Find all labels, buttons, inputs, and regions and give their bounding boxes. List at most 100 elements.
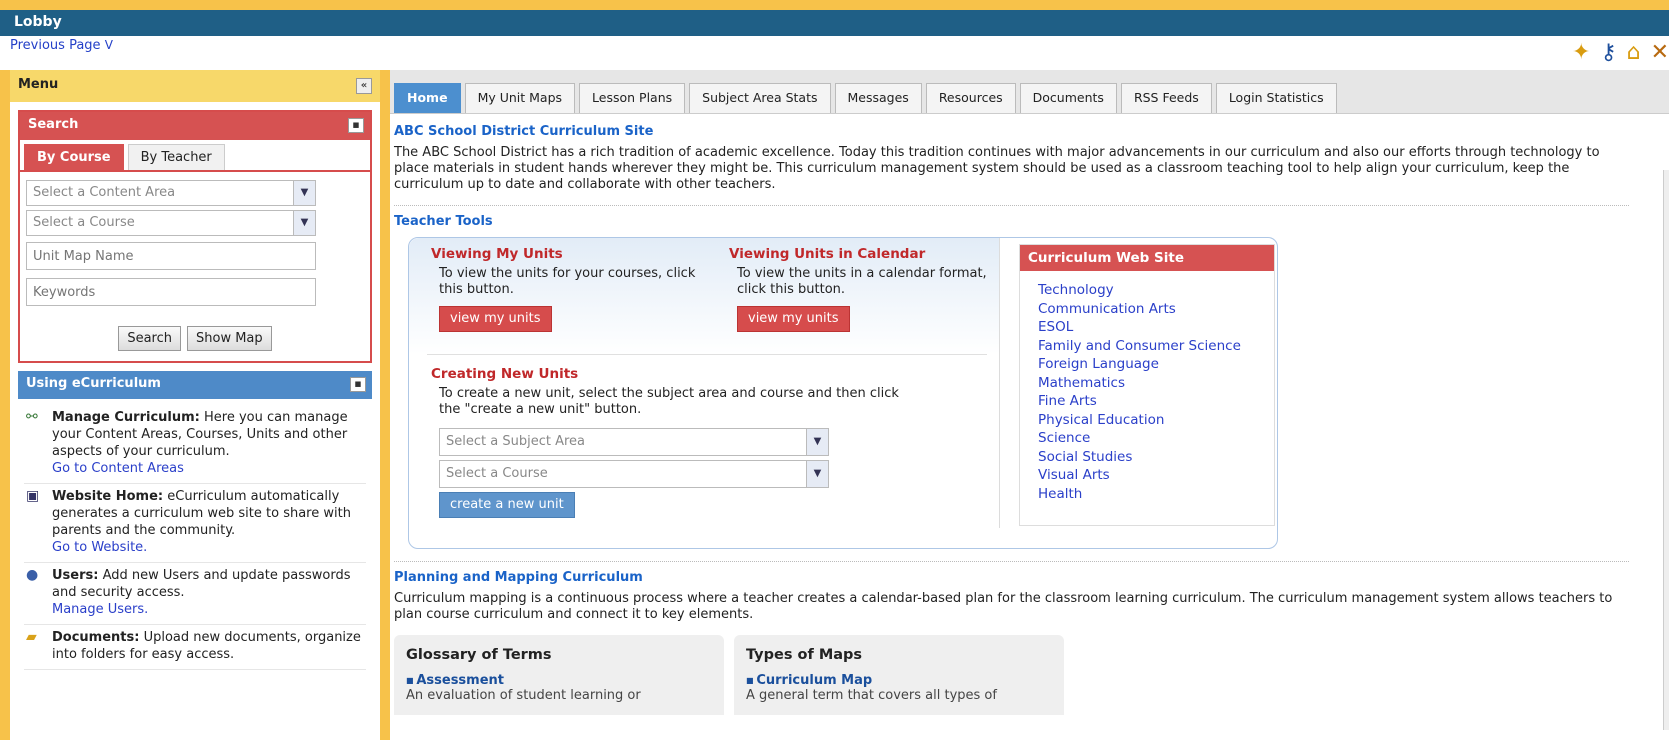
- curriculum-link-social-studies[interactable]: Social Studies: [1038, 448, 1274, 467]
- item-title: Users:: [52, 568, 99, 583]
- tab-messages[interactable]: Messages: [834, 83, 922, 113]
- tab-resources[interactable]: Resources: [925, 83, 1016, 113]
- search-panel: Search ▪ By Course By Teacher Select a C…: [18, 110, 372, 363]
- view-my-units-button[interactable]: view my units: [439, 306, 552, 332]
- using-ecurriculum-title: Using eCurriculum: [26, 376, 161, 391]
- curriculum-link-foreign-language[interactable]: Foreign Language: [1038, 355, 1274, 374]
- sidebar: Menu « Search ▪ By Course By Teacher Sel…: [10, 70, 380, 740]
- tab-home[interactable]: Home: [394, 83, 461, 113]
- types-of-maps-term[interactable]: Curriculum Map: [746, 673, 1052, 688]
- tab-by-course[interactable]: By Course: [24, 144, 124, 170]
- tab-lesson-plans[interactable]: Lesson Plans: [579, 83, 686, 113]
- previous-page-link[interactable]: Previous Page V: [10, 38, 113, 53]
- search-buttons: Search Show Map: [26, 326, 364, 351]
- list-item: ▣ Website Home: eCurriculum automaticall…: [24, 484, 366, 563]
- curriculum-link-mathematics[interactable]: Mathematics: [1038, 374, 1274, 393]
- manage-users-link[interactable]: Manage Users.: [52, 601, 364, 618]
- curriculum-link-esol[interactable]: ESOL: [1038, 318, 1274, 337]
- minimize-search-icon[interactable]: ▪: [348, 118, 364, 133]
- curriculum-link-visual-arts[interactable]: Visual Arts: [1038, 466, 1274, 485]
- tab-subject-area-stats[interactable]: Subject Area Stats: [689, 83, 831, 113]
- course-select[interactable]: Select a Course ▼: [26, 210, 316, 236]
- key-icon[interactable]: ⚷: [1600, 40, 1616, 65]
- tab-login-statistics[interactable]: Login Statistics: [1215, 83, 1337, 113]
- glossary-definition: An evaluation of student learning or: [406, 688, 641, 703]
- main-panel: Home My Unit Maps Lesson Plans Subject A…: [390, 70, 1669, 740]
- curriculum-link-health[interactable]: Health: [1038, 485, 1274, 504]
- show-map-button[interactable]: Show Map: [187, 326, 272, 351]
- list-item: ▰ Documents: Upload new documents, organ…: [24, 625, 366, 670]
- course-placeholder: Select a Course: [446, 466, 548, 481]
- glossary-term[interactable]: Assessment: [406, 673, 712, 688]
- divider: [999, 238, 1000, 528]
- scrollbar[interactable]: [1663, 170, 1669, 730]
- previous-page-label: Previous Page: [10, 38, 101, 53]
- go-to-website-link[interactable]: Go to Website.: [52, 539, 364, 556]
- chevron-down-icon[interactable]: ▼: [806, 461, 828, 487]
- subject-area-select[interactable]: Select a Subject Area ▼: [439, 428, 829, 456]
- collapse-menu-icon[interactable]: «: [356, 78, 372, 94]
- viewing-units-calendar: Viewing Units in Calendar To view the un…: [729, 246, 989, 332]
- chevron-down-icon: V: [104, 38, 113, 52]
- close-icon[interactable]: ✕: [1651, 40, 1669, 65]
- website-icon: ▣: [26, 488, 40, 504]
- menu-header: Menu «: [10, 70, 380, 102]
- viewing-my-units-title: Viewing My Units: [431, 246, 563, 262]
- types-of-maps-definition: A general term that covers all types of: [746, 688, 997, 703]
- divider: [394, 561, 1629, 562]
- subject-area-placeholder: Select a Subject Area: [446, 434, 585, 449]
- tab-rss-feeds[interactable]: RSS Feeds: [1120, 83, 1212, 113]
- home-icon[interactable]: ⌂: [1627, 40, 1641, 65]
- content-area-placeholder: Select a Content Area: [33, 185, 176, 200]
- menu-title: Menu: [18, 77, 59, 92]
- curriculum-link-science[interactable]: Science: [1038, 429, 1274, 448]
- content-area-select[interactable]: Select a Content Area ▼: [26, 180, 316, 206]
- tab-by-teacher[interactable]: By Teacher: [127, 144, 225, 170]
- minimize-using-icon[interactable]: ▪: [350, 377, 366, 392]
- course-select[interactable]: Select a Course ▼: [439, 460, 829, 488]
- home-content: ABC School District Curriculum Site The …: [390, 114, 1669, 715]
- curriculum-link-fine-arts[interactable]: Fine Arts: [1038, 392, 1274, 411]
- tab-documents[interactable]: Documents: [1019, 83, 1117, 113]
- curriculum-web-site-title: Curriculum Web Site: [1020, 245, 1274, 271]
- curriculum-link-physical-education[interactable]: Physical Education: [1038, 411, 1274, 430]
- top-icons: ✦ ⚷ ⌂ ✕: [1572, 40, 1669, 65]
- chevron-down-icon[interactable]: ▼: [293, 181, 315, 205]
- glossary-box: Glossary of Terms Assessment An evaluati…: [394, 635, 724, 715]
- using-ecurriculum-header: Using eCurriculum ▪: [18, 371, 372, 399]
- folder-icon: ▰: [26, 629, 37, 645]
- list-item: ⚯ Manage Curriculum: Here you can manage…: [24, 405, 366, 484]
- viewing-calendar-title: Viewing Units in Calendar: [729, 246, 926, 262]
- list-item: ● Users: Add new Users and update passwo…: [24, 563, 366, 625]
- search-tabs: By Course By Teacher: [20, 140, 370, 170]
- create-new-unit-button[interactable]: create a new unit: [439, 492, 575, 518]
- search-form: Select a Content Area ▼ Select a Course …: [20, 170, 370, 361]
- glossary-title: Glossary of Terms: [406, 647, 552, 663]
- view-calendar-units-button[interactable]: view my units: [737, 306, 850, 332]
- curriculum-links: Technology Communication Arts ESOL Famil…: [1020, 271, 1274, 503]
- keywords-input[interactable]: [26, 278, 316, 306]
- main-tabs: Home My Unit Maps Lesson Plans Subject A…: [390, 70, 1669, 114]
- chevron-down-icon[interactable]: ▼: [806, 429, 828, 455]
- viewing-calendar-text: To view the units in a calendar format, …: [737, 266, 987, 297]
- planning-text: Curriculum mapping is a continuous proce…: [394, 591, 1613, 622]
- window-title: Lobby: [14, 14, 62, 30]
- search-button[interactable]: Search: [118, 326, 181, 351]
- chevron-down-icon[interactable]: ▼: [293, 211, 315, 235]
- curriculum-web-site-box: Curriculum Web Site Technology Communica…: [1019, 244, 1275, 526]
- viewing-my-units-text: To view the units for your courses, clic…: [439, 266, 696, 297]
- types-of-maps-title: Types of Maps: [746, 647, 863, 663]
- puzzle-icon[interactable]: ✦: [1572, 40, 1590, 65]
- go-to-content-areas-link[interactable]: Go to Content Areas: [52, 460, 364, 477]
- viewing-my-units: Viewing My Units To view the units for y…: [431, 246, 701, 332]
- item-title: Website Home:: [52, 489, 164, 504]
- types-of-maps-box: Types of Maps Curriculum Map A general t…: [734, 635, 1064, 715]
- item-title: Documents:: [52, 630, 140, 645]
- unit-map-name-input[interactable]: [26, 242, 316, 270]
- teacher-tools-title: Teacher Tools: [394, 214, 493, 229]
- tab-my-unit-maps[interactable]: My Unit Maps: [464, 83, 576, 113]
- curriculum-link-communication-arts[interactable]: Communication Arts: [1038, 300, 1274, 319]
- curriculum-link-technology[interactable]: Technology: [1038, 281, 1274, 300]
- curriculum-link-family-consumer-science[interactable]: Family and Consumer Science: [1038, 337, 1274, 356]
- user-icon: ●: [26, 567, 39, 583]
